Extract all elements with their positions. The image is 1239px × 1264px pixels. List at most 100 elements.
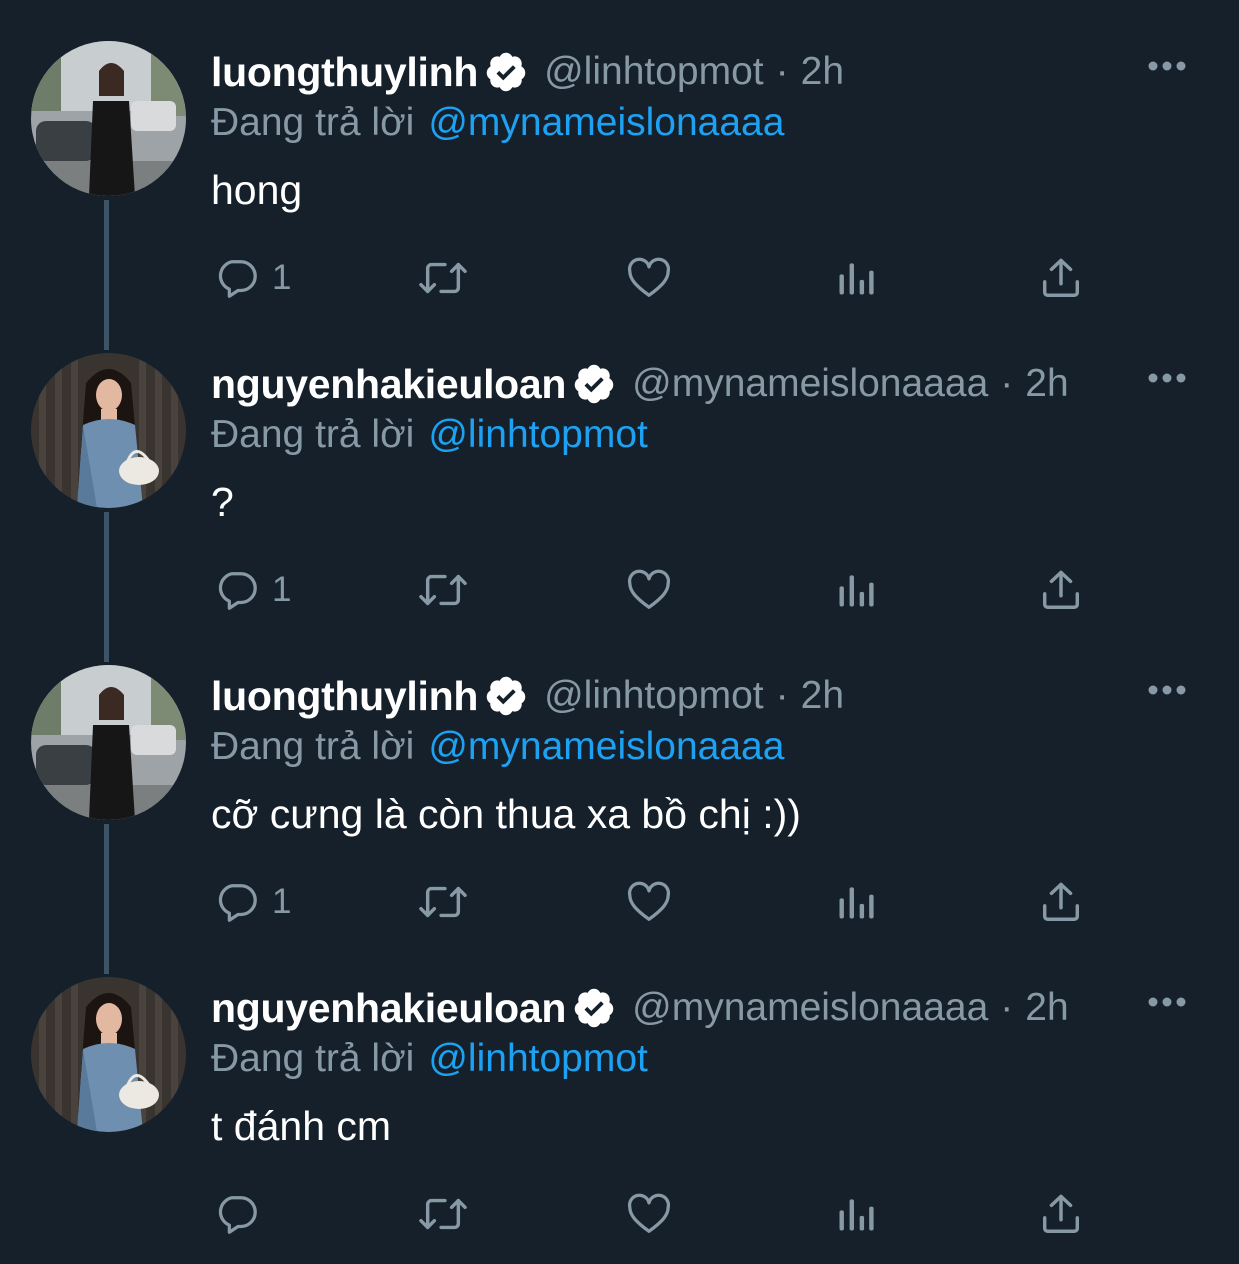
tweet[interactable]: luongthuylinh @linhtopmot · 2h Đang trả … bbox=[0, 624, 1239, 936]
tweet-text: cỡ cưng là còn thua xa bồ chị :)) bbox=[211, 791, 801, 837]
tweet-header: nguyenhakieuloan @mynameislonaaaa · 2h bbox=[211, 354, 1069, 414]
user-handle[interactable]: @linhtopmot bbox=[544, 674, 764, 718]
share-icon bbox=[1042, 882, 1080, 921]
share-button[interactable] bbox=[1038, 564, 1084, 616]
analytics-icon bbox=[839, 575, 874, 607]
retweet-button[interactable] bbox=[416, 876, 470, 928]
user-handle[interactable]: @mynameislonaaaa bbox=[632, 362, 988, 406]
replying-to: Đang trả lời @linhtopmot bbox=[211, 1032, 648, 1086]
avatar[interactable] bbox=[31, 665, 186, 820]
avatar-photo-street bbox=[31, 41, 186, 196]
more-icon[interactable] bbox=[1147, 994, 1187, 1010]
verified-badge-icon bbox=[574, 988, 614, 1028]
separator-dot: · bbox=[1000, 362, 1014, 405]
like-button[interactable] bbox=[625, 252, 673, 304]
tweet-text: ? bbox=[211, 479, 234, 525]
retweet-icon bbox=[419, 1198, 467, 1230]
avatar-photo-denim bbox=[31, 977, 186, 1132]
user-handle[interactable]: @mynameislonaaaa bbox=[632, 986, 988, 1030]
retweet-button[interactable] bbox=[416, 1188, 470, 1240]
timestamp[interactable]: 2h bbox=[801, 674, 844, 718]
analytics-button[interactable] bbox=[834, 876, 878, 928]
more-icon[interactable] bbox=[1147, 370, 1187, 386]
replying-to: Đang trả lời @linhtopmot bbox=[211, 408, 648, 462]
tweet-header: nguyenhakieuloan @mynameislonaaaa · 2h bbox=[211, 978, 1069, 1038]
like-icon bbox=[627, 257, 671, 297]
replying-to-mention[interactable]: @mynameislonaaaa bbox=[428, 101, 784, 144]
reply-thread: luongthuylinh @linhtopmot · 2h Đang trả … bbox=[0, 0, 1239, 1264]
tweet-text: t đánh cm bbox=[211, 1103, 392, 1149]
avatar-photo-street bbox=[31, 665, 186, 820]
replying-to-label: Đang trả lời bbox=[211, 725, 415, 768]
like-button[interactable] bbox=[625, 1188, 673, 1240]
display-name[interactable]: nguyenhakieuloan bbox=[211, 361, 566, 408]
tweet[interactable]: nguyenhakieuloan @mynameislonaaaa · 2h Đ… bbox=[0, 312, 1239, 624]
like-icon bbox=[627, 881, 671, 921]
analytics-icon bbox=[839, 263, 874, 295]
reply-button[interactable]: 1 bbox=[214, 876, 291, 928]
avatar[interactable] bbox=[31, 41, 186, 196]
timestamp[interactable]: 2h bbox=[1025, 986, 1068, 1030]
reply-icon bbox=[218, 1196, 257, 1234]
share-icon bbox=[1042, 1194, 1080, 1233]
retweet-icon bbox=[419, 886, 467, 918]
reply-button[interactable]: 1 bbox=[214, 252, 291, 304]
avatar[interactable] bbox=[31, 353, 186, 508]
share-icon bbox=[1042, 258, 1080, 297]
separator-dot: · bbox=[1000, 986, 1014, 1029]
replying-to-label: Đang trả lời bbox=[211, 413, 415, 456]
reply-count: 1 bbox=[272, 882, 292, 921]
replying-to-label: Đang trả lời bbox=[211, 101, 415, 144]
replying-to-mention[interactable]: @linhtopmot bbox=[428, 1037, 648, 1080]
replying-to-label: Đang trả lời bbox=[211, 1037, 415, 1080]
analytics-icon bbox=[839, 887, 874, 919]
retweet-button[interactable] bbox=[416, 252, 470, 304]
like-icon bbox=[627, 1193, 671, 1233]
tweet[interactable]: luongthuylinh @linhtopmot · 2h Đang trả … bbox=[0, 0, 1239, 312]
reply-count: 1 bbox=[272, 570, 292, 609]
share-icon bbox=[1042, 570, 1080, 609]
display-name[interactable]: luongthuylinh bbox=[211, 49, 478, 96]
retweet-button[interactable] bbox=[416, 564, 470, 616]
replying-to: Đang trả lời @mynameislonaaaa bbox=[211, 720, 784, 774]
more-icon[interactable] bbox=[1147, 682, 1187, 698]
avatar[interactable] bbox=[31, 977, 186, 1132]
display-name[interactable]: luongthuylinh bbox=[211, 673, 478, 720]
replying-to-mention[interactable]: @mynameislonaaaa bbox=[428, 725, 784, 768]
share-button[interactable] bbox=[1038, 1188, 1084, 1240]
share-button[interactable] bbox=[1038, 876, 1084, 928]
replying-to-mention[interactable]: @linhtopmot bbox=[428, 413, 648, 456]
retweet-icon bbox=[419, 574, 467, 606]
reply-button[interactable] bbox=[214, 1188, 272, 1240]
analytics-button[interactable] bbox=[834, 252, 878, 304]
analytics-button[interactable] bbox=[834, 564, 878, 616]
separator-dot: · bbox=[775, 674, 789, 717]
retweet-icon bbox=[419, 262, 467, 294]
reply-count: 1 bbox=[272, 258, 292, 297]
user-handle[interactable]: @linhtopmot bbox=[544, 50, 764, 94]
tweet-text: hong bbox=[211, 167, 303, 213]
analytics-icon bbox=[839, 1199, 874, 1231]
timestamp[interactable]: 2h bbox=[1025, 362, 1068, 406]
tweet-header: luongthuylinh @linhtopmot · 2h bbox=[211, 42, 844, 102]
timestamp[interactable]: 2h bbox=[801, 50, 844, 94]
tweet[interactable]: nguyenhakieuloan @mynameislonaaaa · 2h Đ… bbox=[0, 936, 1239, 1248]
avatar-photo-denim bbox=[31, 353, 186, 508]
like-icon bbox=[627, 569, 671, 609]
tweet-header: luongthuylinh @linhtopmot · 2h bbox=[211, 666, 844, 726]
like-button[interactable] bbox=[625, 564, 673, 616]
reply-button[interactable]: 1 bbox=[214, 564, 291, 616]
share-button[interactable] bbox=[1038, 252, 1084, 304]
display-name[interactable]: nguyenhakieuloan bbox=[211, 985, 566, 1032]
reply-icon bbox=[218, 884, 257, 922]
verified-badge-icon bbox=[486, 676, 526, 716]
analytics-button[interactable] bbox=[834, 1188, 878, 1240]
like-button[interactable] bbox=[625, 876, 673, 928]
reply-icon bbox=[218, 572, 257, 610]
verified-badge-icon bbox=[486, 52, 526, 92]
reply-icon bbox=[218, 260, 257, 298]
verified-badge-icon bbox=[574, 364, 614, 404]
replying-to: Đang trả lời @mynameislonaaaa bbox=[211, 96, 784, 150]
more-icon[interactable] bbox=[1147, 58, 1187, 74]
separator-dot: · bbox=[775, 50, 789, 93]
